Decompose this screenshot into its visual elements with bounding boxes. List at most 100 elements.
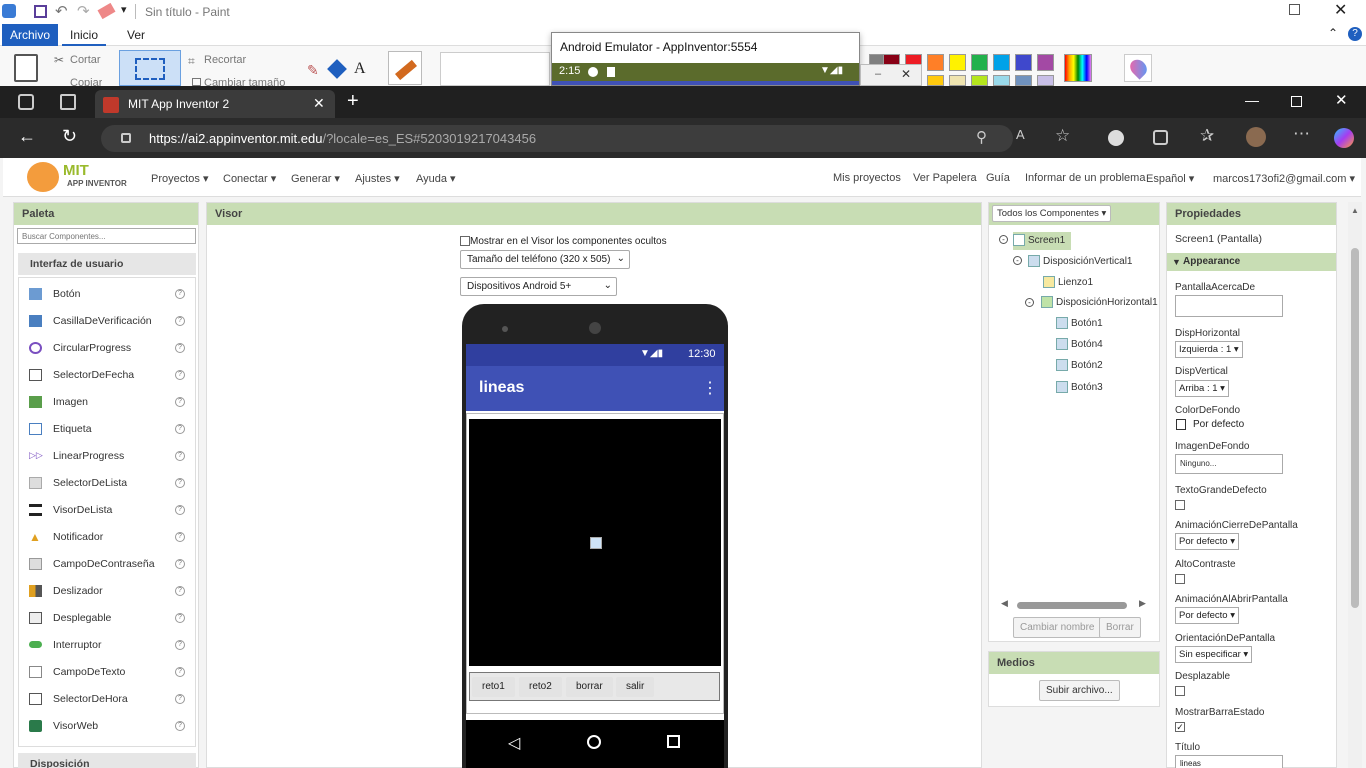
color-swatch[interactable]	[971, 75, 988, 86]
disposicion-vertical[interactable]: reto1 reto2 borrar salir	[466, 413, 724, 714]
palette-item-contrasena[interactable]: CampoDeContraseña?	[19, 551, 197, 578]
title-input[interactable]: lineas	[1175, 755, 1283, 768]
scrollbar-thumb[interactable]	[1351, 248, 1359, 608]
halign-select[interactable]: Izquierda : 1 ▾	[1175, 341, 1243, 358]
read-aloud-icon[interactable]: A	[1016, 127, 1025, 142]
resize-label[interactable]: Cambiar tamaño	[204, 77, 285, 86]
refresh-icon[interactable]: ↻	[62, 126, 77, 147]
pencil-icon[interactable]: ✎	[307, 62, 319, 79]
color-swatch[interactable]	[949, 75, 966, 86]
palette-item-interruptor[interactable]: Interruptor?	[19, 632, 197, 659]
edit-colors-icon[interactable]	[1064, 54, 1092, 82]
help-icon[interactable]: ?	[175, 316, 185, 326]
bigtext-checkbox[interactable]	[1175, 500, 1185, 510]
palette-item-linear[interactable]: ▷▷ LinearProgress?	[19, 443, 197, 470]
palette-item-hora[interactable]: SelectorDeHora?	[19, 686, 197, 713]
canvas-lienzo[interactable]	[469, 419, 721, 666]
scroll-right-icon[interactable]: ▶	[1139, 598, 1146, 609]
help-icon[interactable]: ?	[175, 343, 185, 353]
scissors-icon[interactable]: ✂	[54, 53, 64, 67]
show-hidden-checkbox[interactable]	[460, 236, 470, 246]
color-swatch[interactable]	[993, 54, 1010, 71]
account-menu[interactable]: marcos173ofi2@gmail.com ▾	[1213, 172, 1355, 185]
home-icon[interactable]	[587, 735, 601, 749]
zoom-icon[interactable]: ⚲	[976, 128, 987, 146]
recents-icon[interactable]	[667, 735, 680, 748]
disposicion-horizontal[interactable]: reto1 reto2 borrar salir	[469, 672, 720, 701]
browser-tab[interactable]: MIT App Inventor 2 ✕	[95, 90, 335, 118]
close-icon[interactable]: ✕	[1335, 91, 1348, 109]
help-icon[interactable]: ?	[175, 289, 185, 299]
palette-item-campotexto[interactable]: CampoDeTexto?	[19, 659, 197, 686]
color-swatch[interactable]	[1037, 75, 1054, 86]
orient-select[interactable]: Sin especificar ▾	[1175, 646, 1253, 663]
tab-actions-icon[interactable]	[60, 94, 76, 110]
palette-section-layout[interactable]: Disposición	[18, 753, 196, 768]
fill-icon[interactable]	[327, 59, 347, 79]
crop-icon[interactable]: ⌗	[188, 54, 195, 69]
link-ver-papelera[interactable]: Ver Papelera	[913, 172, 977, 184]
favorites-icon[interactable]: ✰	[1200, 126, 1214, 146]
help-icon[interactable]: ?	[175, 505, 185, 515]
valign-select[interactable]: Arriba : 1 ▾	[1175, 380, 1229, 397]
collapse-icon[interactable]: -	[1025, 298, 1034, 307]
delete-button[interactable]: Borrar	[1099, 617, 1141, 638]
restore-icon[interactable]	[1291, 96, 1302, 107]
close-tab-icon[interactable]: ✕	[313, 95, 325, 112]
help-icon[interactable]: ?	[175, 397, 185, 407]
help-icon[interactable]: ?	[175, 694, 185, 704]
close-icon[interactable]: ✕	[901, 67, 911, 81]
palette-item-visorweb[interactable]: VisorWeb?	[19, 713, 197, 740]
phone-button-reto2[interactable]: reto2	[519, 677, 562, 697]
back-icon[interactable]: ◁	[508, 733, 520, 753]
palette-item-deslizador[interactable]: Deslizador?	[19, 578, 197, 605]
phone-button-reto1[interactable]: reto1	[472, 677, 515, 697]
palette-item-visorlista[interactable]: VisorDeLista?	[19, 497, 197, 524]
statusbar-checkbox[interactable]: ✓	[1175, 722, 1185, 732]
select-tool-button[interactable]	[119, 50, 181, 86]
palette-item-imagen[interactable]: Imagen?	[19, 389, 197, 416]
close-anim-select[interactable]: Por defecto ▾	[1175, 533, 1239, 550]
color-swatch[interactable]	[971, 54, 988, 71]
scroll-up-icon[interactable]: ▲	[1351, 206, 1359, 215]
undo-icon[interactable]: ↶	[55, 2, 68, 20]
link-informar-problema[interactable]: Informar de un problema	[1025, 172, 1145, 184]
url-bar[interactable]: https://ai2.appinventor.mit.edu/?locale=…	[101, 125, 1013, 152]
tab-ver[interactable]: Ver	[119, 24, 153, 46]
palette-item-selectorlista[interactable]: SelectorDeLista?	[19, 470, 197, 497]
menu-proyectos[interactable]: Proyectos ▾	[151, 172, 209, 185]
palette-item-casilla[interactable]: CasillaDeVerificación?	[19, 308, 197, 335]
color-swatch[interactable]	[927, 54, 944, 71]
help-icon[interactable]: ?	[175, 613, 185, 623]
android-version-select[interactable]: Dispositivos Android 5+ ⌄	[460, 277, 617, 296]
color-swatch[interactable]	[949, 54, 966, 71]
favorite-star-icon[interactable]: ☆	[1055, 126, 1070, 146]
menu-ajustes[interactable]: Ajustes ▾	[355, 172, 400, 185]
back-icon[interactable]: ←	[18, 126, 36, 147]
color-swatch[interactable]	[993, 75, 1010, 86]
scroll-left-icon[interactable]: ◀	[1001, 598, 1008, 609]
help-icon[interactable]: ?	[175, 451, 185, 461]
resize-icon[interactable]	[192, 78, 201, 86]
palette-item-notificador[interactable]: ▲ Notificador?	[19, 524, 197, 551]
phone-button-borrar[interactable]: borrar	[566, 677, 613, 697]
menu-ayuda[interactable]: Ayuda ▾	[416, 172, 456, 185]
bgimg-input[interactable]: Ninguno...	[1175, 454, 1283, 474]
bg-color-value[interactable]: Por defecto	[1193, 419, 1244, 430]
contrast-checkbox[interactable]	[1175, 574, 1185, 584]
link-guia[interactable]: Guía	[986, 172, 1010, 184]
scroll-checkbox[interactable]	[1175, 686, 1185, 696]
help-icon[interactable]: ?	[175, 370, 185, 380]
emulator-window[interactable]: Android Emulator - AppInventor:5554 2:15…	[551, 32, 860, 86]
color-swatch[interactable]	[927, 75, 944, 86]
search-components-input[interactable]	[17, 228, 196, 244]
shapes-gallery[interactable]	[440, 52, 550, 86]
about-textarea[interactable]	[1175, 295, 1283, 317]
tab-archivo[interactable]: Archivo	[2, 24, 59, 46]
help-icon[interactable]: ?	[175, 640, 185, 650]
palette-item-desplegable[interactable]: Desplegable?	[19, 605, 197, 632]
extensions-icon[interactable]	[1153, 130, 1168, 145]
palette-item-etiqueta[interactable]: Etiqueta?	[19, 416, 197, 443]
minimize-icon[interactable]: –	[875, 68, 881, 80]
redo-icon[interactable]: ↷	[77, 2, 90, 20]
